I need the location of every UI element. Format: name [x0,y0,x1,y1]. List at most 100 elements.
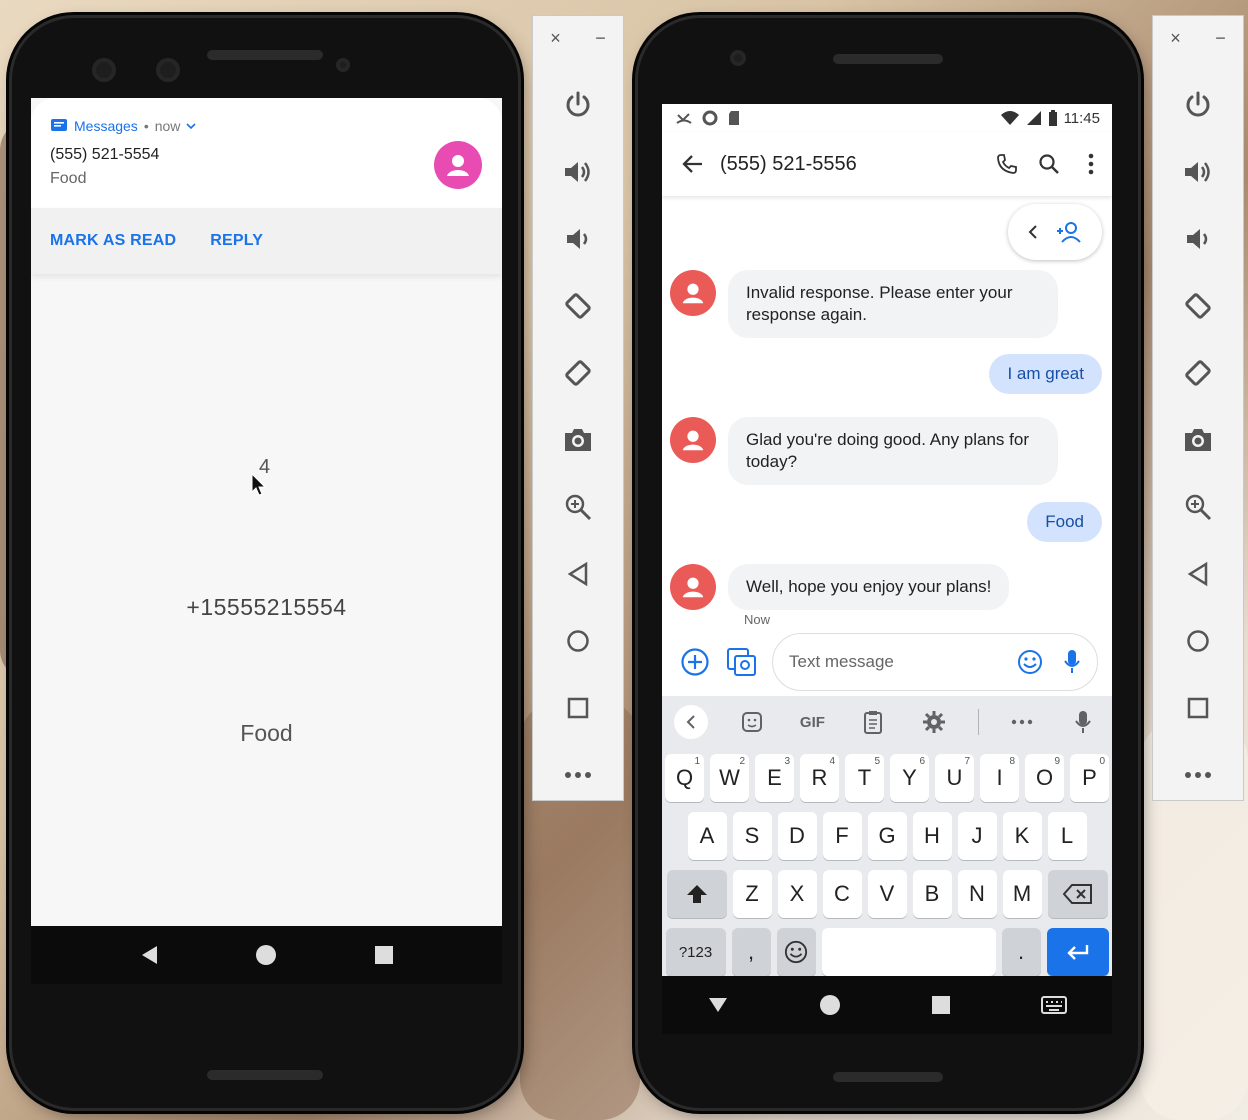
more-horiz-icon[interactable] [1005,705,1039,739]
key-letter: M [1012,881,1032,906]
chevron-left-icon[interactable] [1027,224,1039,240]
add-circle-icon[interactable] [680,647,710,677]
keyboard-row-4: ?123 , . [662,928,1112,976]
key-w[interactable]: W2 [710,754,749,802]
back-icon[interactable] [1178,554,1218,594]
enter-key[interactable] [1046,928,1109,976]
more-icon[interactable] [1178,755,1218,795]
message-bubble-incoming[interactable]: Well, hope you enjoy your plans! [728,564,1010,610]
home-icon[interactable] [819,994,841,1016]
gallery-icon[interactable] [726,647,758,677]
gear-icon[interactable] [917,705,951,739]
back-icon[interactable] [558,554,598,594]
volume-up-icon[interactable] [558,152,598,192]
reply-button[interactable]: REPLY [210,232,263,250]
back-icon[interactable] [139,944,159,966]
keyboard-switch-icon[interactable] [1041,996,1067,1014]
chevron-left-icon[interactable] [674,705,708,739]
backspace-key[interactable] [1047,870,1108,918]
key-q[interactable]: Q1 [665,754,704,802]
power-icon[interactable] [558,85,598,125]
key-y[interactable]: Y6 [890,754,929,802]
rotate-left-icon[interactable] [1178,286,1218,326]
wifi-icon [1000,111,1019,125]
volume-up-icon[interactable] [1178,152,1218,192]
shift-key[interactable] [666,870,727,918]
period-key[interactable]: . [1001,928,1041,976]
key-o[interactable]: O9 [1025,754,1064,802]
message-bubble-outgoing[interactable]: Food [1027,502,1102,542]
key-p[interactable]: P0 [1070,754,1109,802]
camera-icon[interactable] [1178,420,1218,460]
key-m[interactable]: M [1002,870,1042,918]
more-icon[interactable] [558,755,598,795]
mic-icon[interactable] [1063,649,1081,675]
key-b[interactable]: B [912,870,952,918]
overview-icon[interactable] [558,688,598,728]
hide-keyboard-icon[interactable] [707,996,729,1014]
rotate-right-icon[interactable] [1178,353,1218,393]
search-icon[interactable] [1028,153,1070,175]
key-i[interactable]: I8 [980,754,1019,802]
key-n[interactable]: N [957,870,997,918]
zoom-icon[interactable] [558,487,598,527]
key-e[interactable]: E3 [755,754,794,802]
key-t[interactable]: T5 [845,754,884,802]
home-icon[interactable] [255,944,277,966]
message-bubble-incoming[interactable]: Glad you're doing good. Any plans for to… [728,417,1058,485]
key-c[interactable]: C [822,870,862,918]
volume-down-icon[interactable] [558,219,598,259]
mark-as-read-button[interactable]: MARK AS READ [50,232,176,250]
key-g[interactable]: G [867,812,907,860]
message-bubble-outgoing[interactable]: I am great [989,354,1102,394]
key-f[interactable]: F [822,812,862,860]
key-r[interactable]: R4 [800,754,839,802]
emoji-key[interactable] [776,928,816,976]
gif-button[interactable]: GIF [795,705,829,739]
key-u[interactable]: U7 [935,754,974,802]
key-h[interactable]: H [912,812,952,860]
symbols-key[interactable]: ?123 [665,928,726,976]
key-z[interactable]: Z [732,870,772,918]
message-bubble-incoming[interactable]: Invalid response. Please enter your resp… [728,270,1058,338]
volume-down-icon[interactable] [1178,219,1218,259]
key-letter: I [996,765,1003,790]
comma-key[interactable]: , [731,928,771,976]
sticker-icon[interactable] [735,705,769,739]
key-v[interactable]: V [867,870,907,918]
rotate-left-icon[interactable] [558,286,598,326]
key-s[interactable]: S [732,812,772,860]
key-d[interactable]: D [777,812,817,860]
minimize-button[interactable]: − [1215,28,1226,58]
zoom-icon[interactable] [1178,487,1218,527]
overview-icon[interactable] [1178,688,1218,728]
rotate-right-icon[interactable] [558,353,598,393]
minimize-button[interactable]: − [595,28,606,58]
clipboard-icon[interactable] [856,705,890,739]
home-icon[interactable] [1178,621,1218,661]
home-icon[interactable] [558,621,598,661]
add-contact-chip[interactable] [1008,204,1102,260]
mic-icon[interactable] [1066,705,1100,739]
key-a[interactable]: A [687,812,727,860]
arrow-back-icon[interactable] [682,154,704,174]
close-button[interactable]: × [550,28,561,58]
key-j[interactable]: J [957,812,997,860]
overview-icon[interactable] [931,995,951,1015]
camera-icon[interactable] [558,420,598,460]
power-icon[interactable] [1178,85,1218,125]
more-vert-icon[interactable] [1070,153,1112,175]
key-x[interactable]: X [777,870,817,918]
chevron-down-icon[interactable] [186,122,196,130]
key-k[interactable]: K [1002,812,1042,860]
emoji-icon[interactable] [1017,649,1043,675]
close-button[interactable]: × [1170,28,1181,58]
key-letter: V [879,881,895,906]
phone-call-icon[interactable] [986,153,1028,175]
message-notification[interactable]: Messages • now (555) 521-5554 Food MARK … [31,98,502,274]
message-input[interactable]: Text message [772,633,1098,691]
space-key[interactable] [821,928,996,976]
key-l[interactable]: L [1047,812,1087,860]
add-person-icon[interactable] [1056,220,1084,244]
overview-icon[interactable] [374,945,394,965]
